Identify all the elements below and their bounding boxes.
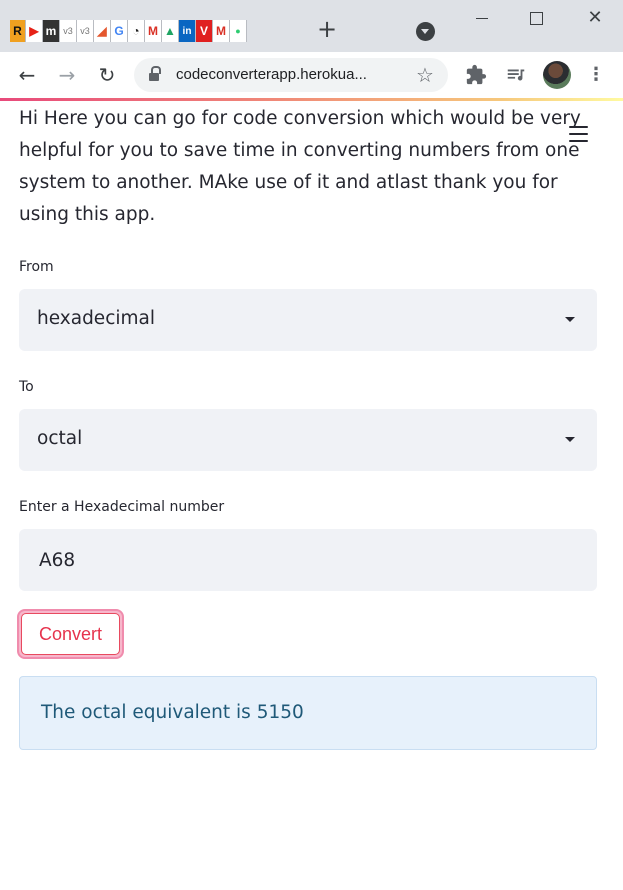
number-input[interactable] xyxy=(19,529,597,591)
tab-favicon[interactable]: M xyxy=(145,20,162,42)
tab-strip: R ▶ m v3 v3 ◢ G ◔ M ▲ in V M ● + ✕ xyxy=(0,0,623,52)
result-text: The octal equivalent is 5150 xyxy=(41,702,304,723)
to-label: To xyxy=(19,379,34,395)
media-queue-icon[interactable] xyxy=(504,64,528,88)
tab-favicon[interactable]: ● xyxy=(230,20,247,42)
tab-favicon[interactable]: in xyxy=(179,20,196,42)
chevron-down-icon[interactable] xyxy=(565,317,575,322)
reload-icon[interactable]: ↻ xyxy=(94,62,120,88)
tab-favicon[interactable]: M xyxy=(213,20,230,42)
convert-button[interactable]: Convert xyxy=(17,609,124,659)
app-decoration-bar xyxy=(0,98,623,101)
lock-icon[interactable] xyxy=(149,66,161,81)
tab-favicon[interactable]: ◢ xyxy=(94,20,111,42)
browser-toolbar: ← → ↻ codeconverterapp.herokua... ☆ ⋮ xyxy=(0,52,623,98)
new-tab-button[interactable]: + xyxy=(316,17,338,41)
from-label: From xyxy=(19,259,54,275)
maximize-button[interactable] xyxy=(522,6,552,32)
tab-favicon[interactable]: ◔ xyxy=(128,20,145,42)
tab-favicon[interactable]: v3 xyxy=(77,20,94,42)
from-select-value: hexadecimal xyxy=(37,308,156,329)
intro-text: Hi Here you can go for code conversion w… xyxy=(19,108,581,225)
tab-favicon[interactable]: ▲ xyxy=(162,20,179,42)
tab-search-icon[interactable] xyxy=(416,22,435,41)
address-bar[interactable]: codeconverterapp.herokua... ☆ xyxy=(134,58,448,92)
convert-button-label: Convert xyxy=(21,613,120,655)
result-alert: The octal equivalent is 5150 xyxy=(19,676,597,750)
from-select[interactable]: hexadecimal xyxy=(19,289,597,351)
chevron-down-icon[interactable] xyxy=(565,437,575,442)
profile-avatar[interactable] xyxy=(543,61,571,89)
url-text[interactable]: codeconverterapp.herokua... xyxy=(176,66,367,83)
pinned-tabs: R ▶ m v3 v3 ◢ G ◔ M ▲ in V M ● xyxy=(10,20,247,44)
tab-favicon[interactable]: R xyxy=(10,20,26,42)
to-select-value: octal xyxy=(37,428,83,449)
tab-favicon[interactable]: ▶ xyxy=(26,20,43,42)
kebab-menu-icon[interactable]: ⋮ xyxy=(584,64,608,88)
tab-favicon[interactable]: m xyxy=(43,20,60,42)
tab-favicon[interactable]: V xyxy=(196,20,213,42)
forward-arrow-icon[interactable]: → xyxy=(54,62,80,88)
minimize-button[interactable] xyxy=(468,6,498,32)
tab-favicon[interactable]: v3 xyxy=(60,20,77,42)
star-icon[interactable]: ☆ xyxy=(416,63,434,87)
to-select[interactable]: octal xyxy=(19,409,597,471)
number-input-label: Enter a Hexadecimal number xyxy=(19,499,225,515)
tab-favicon[interactable]: G xyxy=(111,20,128,42)
puzzle-icon[interactable] xyxy=(464,64,488,88)
back-arrow-icon[interactable]: ← xyxy=(14,62,40,88)
close-window-button[interactable]: ✕ xyxy=(580,6,610,32)
